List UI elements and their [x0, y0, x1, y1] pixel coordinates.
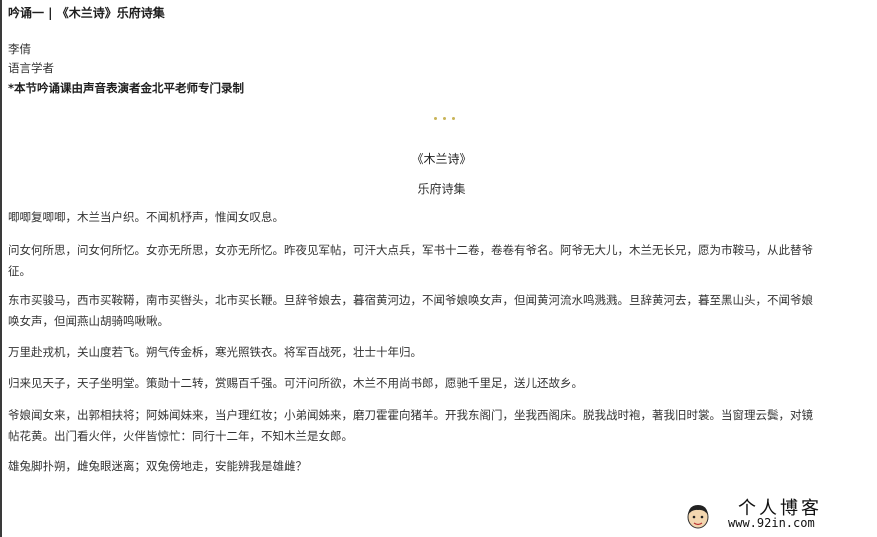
- section-divider-dots: [434, 114, 474, 124]
- cartoon-face-icon: [687, 505, 709, 529]
- stanza-3: 东市买骏马，西市买鞍鞯，南市买辔头，北市买长鞭。旦辞爷娘去，暮宿黄河边，不闻爷娘…: [8, 290, 813, 332]
- poem-line: 爷娘闻女来，出郭相扶将；阿姊闻妹来，当户理红妆；小弟闻姊来，磨刀霍霍向猪羊。开我…: [8, 408, 813, 422]
- poem-line: 唤女声，但闻燕山胡骑鸣啾啾。: [8, 314, 169, 328]
- stanza-5: 归来见天子，天子坐明堂。策勋十二转，赏赐百千强。可汗问所欲，木兰不用尚书郎，愿驰…: [8, 373, 583, 394]
- poem-line: 归来见天子，天子坐明堂。策勋十二转，赏赐百千强。可汗问所欲，木兰不用尚书郎，愿驰…: [8, 376, 583, 390]
- stanza-1: 唧唧复唧唧，木兰当户织。不闻机杼声，惟闻女叹息。: [8, 207, 284, 228]
- watermark-url: www.92in.com: [728, 516, 815, 530]
- divider-dot: [452, 117, 455, 120]
- poem-line: 问女何所思，问女何所忆。女亦无所思，女亦无所忆。昨夜见军帖，可汗大点兵，军书十二…: [8, 243, 813, 257]
- stanza-7: 雄兔脚扑朔，雌兔眼迷离；双兔傍地走，安能辨我是雄雌？: [8, 456, 307, 477]
- author-name: 李倩: [8, 42, 31, 56]
- poem-line: 唧唧复唧唧，木兰当户织。不闻机杼声，惟闻女叹息。: [8, 210, 284, 224]
- stanza-6: 爷娘闻女来，出郭相扶将；阿姊闻妹来，当户理红妆；小弟闻姊来，磨刀霍霍向猪羊。开我…: [8, 405, 813, 447]
- left-border: [0, 0, 2, 537]
- divider-dot: [434, 117, 437, 120]
- poem-line: 东市买骏马，西市买鞍鞯，南市买辔头，北市买长鞭。旦辞爷娘去，暮宿黄河边，不闻爷娘…: [8, 293, 813, 307]
- poem-source: 乐府诗集: [417, 182, 466, 196]
- article-page: 吟诵一 | 《木兰诗》乐府诗集 李倩 语言学者 *本节吟诵课由声音表演者金北平老…: [6, 0, 877, 537]
- poem-line: 帖花黄。出门看火伴，火伴皆惊忙：同行十二年，不知木兰是女郎。: [8, 429, 353, 443]
- poem-line: 万里赴戎机，关山度若飞。朔气传金柝，寒光照铁衣。将军百战死，壮士十年归。: [8, 345, 422, 359]
- stanza-4: 万里赴戎机，关山度若飞。朔气传金柝，寒光照铁衣。将军百战死，壮士十年归。: [8, 342, 422, 363]
- blog-watermark: 个人博客 www.92in.com: [682, 494, 872, 534]
- poem-line: 征。: [8, 264, 31, 278]
- recording-note: *本节吟诵课由声音表演者金北平老师专门录制: [8, 81, 245, 95]
- author-role: 语言学者: [8, 61, 54, 75]
- stanza-2: 问女何所思，问女何所忆。女亦无所思，女亦无所忆。昨夜见军帖，可汗大点兵，军书十二…: [8, 240, 813, 282]
- lesson-title: 吟诵一 | 《木兰诗》乐府诗集: [8, 6, 165, 20]
- divider-dot: [443, 117, 446, 120]
- poem-line: 雄兔脚扑朔，雌兔眼迷离；双兔傍地走，安能辨我是雄雌？: [8, 459, 307, 473]
- poem-title: 《木兰诗》: [411, 152, 472, 166]
